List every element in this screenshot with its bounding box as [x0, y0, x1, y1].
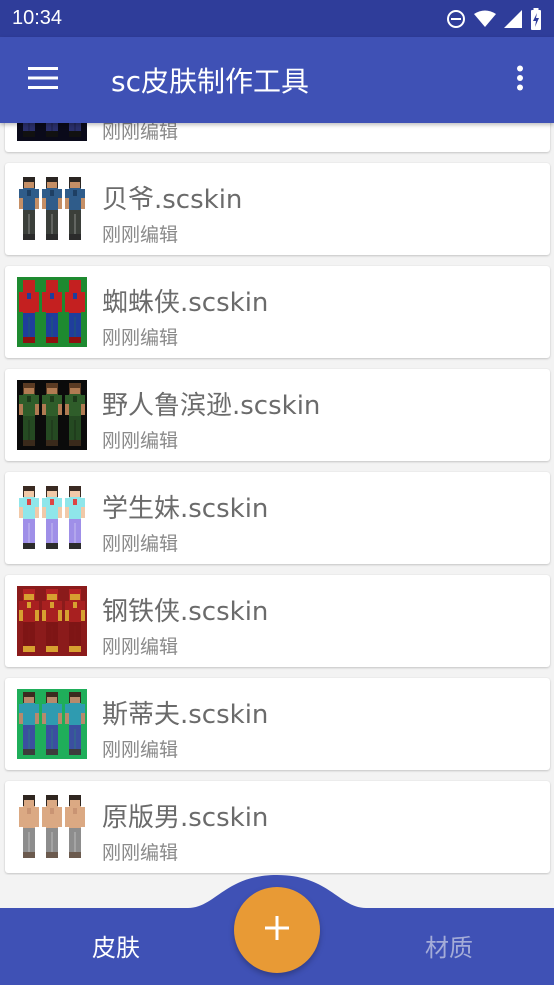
skin-thumbnail-icon [17, 586, 87, 656]
skin-subtitle: 刚刚编辑 [102, 224, 179, 246]
skin-list-item[interactable]: 学生妹.scskin 刚刚编辑 [5, 472, 550, 564]
do-not-disturb-icon [446, 9, 466, 29]
app-bar: sc皮肤制作工具 [0, 37, 554, 123]
app-title: sc皮肤制作工具 [111, 65, 309, 98]
skin-list-item[interactable]: 蜘蛛侠.scskin 刚刚编辑 [5, 266, 550, 358]
plus-icon [265, 916, 289, 944]
skin-name: 原版男.scskin [102, 803, 269, 833]
skin-list-item[interactable]: 贝爷.scskin 刚刚编辑 [5, 163, 550, 255]
skin-thumbnail [17, 586, 87, 656]
skin-thumbnail-icon [17, 174, 87, 244]
skin-thumbnail [17, 483, 87, 553]
skin-thumbnail-icon [17, 483, 87, 553]
skin-list-item[interactable]: 原版男.scskin 刚刚编辑 [5, 781, 550, 873]
skin-subtitle: 刚刚编辑 [102, 739, 179, 761]
menu-button[interactable] [0, 37, 86, 123]
menu-icon [28, 67, 58, 93]
skin-list-item[interactable]: 钢铁侠.scskin 刚刚编辑 [5, 575, 550, 667]
skin-name: 蜘蛛侠.scskin [102, 288, 269, 318]
add-skin-button[interactable] [234, 887, 320, 973]
skin-thumbnail [17, 123, 87, 141]
skin-subtitle: 刚刚编辑 [102, 636, 179, 658]
skin-thumbnail-icon [17, 792, 87, 862]
battery-icon [530, 7, 542, 30]
signal-icon [504, 9, 522, 28]
skin-subtitle: 刚刚编辑 [102, 123, 179, 143]
skin-thumbnail [17, 174, 87, 244]
skin-subtitle: 刚刚编辑 [102, 327, 179, 349]
status-icons [446, 7, 542, 30]
status-time: 10:34 [12, 7, 63, 29]
skin-name: 学生妹.scskin [102, 494, 269, 524]
skin-thumbnail [17, 689, 87, 759]
status-bar: 10:34 [0, 0, 554, 37]
skin-list[interactable]: 刚刚编辑 贝爷.scskin 刚刚编辑 蜘蛛侠.scskin 刚刚编辑 野人鲁滨逊.scs… [0, 123, 554, 875]
tab-material[interactable]: 材质 [425, 928, 473, 963]
skin-subtitle: 刚刚编辑 [102, 842, 179, 864]
skin-list-item[interactable]: 斯蒂夫.scskin 刚刚编辑 [5, 678, 550, 770]
wifi-icon [474, 10, 496, 28]
skin-name: 野人鲁滨逊.scskin [102, 391, 321, 421]
more-vert-icon [516, 65, 524, 95]
skin-name: 钢铁侠.scskin [102, 597, 269, 627]
skin-subtitle: 刚刚编辑 [102, 533, 179, 555]
tab-skin[interactable]: 皮肤 [92, 928, 140, 963]
skin-thumbnail [17, 792, 87, 862]
skin-thumbnail [17, 277, 87, 347]
skin-subtitle: 刚刚编辑 [102, 430, 179, 452]
skin-thumbnail-icon [17, 380, 87, 450]
more-options-button[interactable] [486, 37, 554, 123]
bottom-navigation: 皮肤 材质 [0, 870, 554, 985]
skin-list-item[interactable]: 野人鲁滨逊.scskin 刚刚编辑 [5, 369, 550, 461]
skin-thumbnail-icon [17, 123, 87, 141]
skin-thumbnail-icon [17, 277, 87, 347]
skin-thumbnail [17, 380, 87, 450]
skin-name: 斯蒂夫.scskin [102, 700, 269, 730]
skin-name: 贝爷.scskin [102, 185, 243, 215]
skin-thumbnail-icon [17, 689, 87, 759]
skin-list-item[interactable]: 刚刚编辑 [5, 123, 550, 152]
